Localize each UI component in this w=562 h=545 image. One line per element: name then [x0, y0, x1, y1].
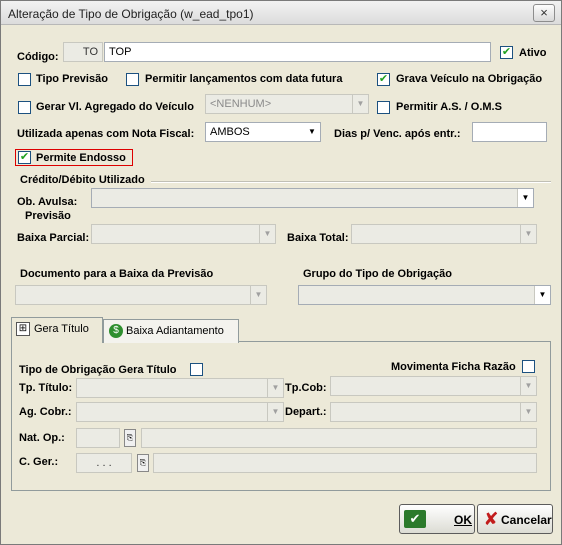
nota-fiscal-label: Utilizada apenas com Nota Fiscal:	[17, 128, 195, 140]
tab-baixa-adiantamento[interactable]: $ Baixa Adiantamento	[103, 319, 239, 343]
tipo-previsao-label: Tipo Previsão	[36, 73, 108, 85]
tab-baixa-adiantamento-label: Baixa Adiantamento	[126, 325, 224, 337]
dialog-window: Alteração de Tipo de Obrigação (w_ead_tp…	[0, 0, 562, 545]
documento-baixa-combo[interactable]: ▼	[15, 285, 267, 305]
cancel-button[interactable]: ✘ Cancelar	[477, 504, 553, 534]
nota-fiscal-value: AMBOS	[210, 126, 250, 138]
depart-label: Depart.:	[285, 406, 327, 418]
document-icon: ⊞	[16, 322, 30, 336]
gerar-vl-agregado-checkbox[interactable]	[18, 101, 31, 114]
lookup-icon[interactable]: ⎘	[137, 454, 149, 472]
tipo-gera-titulo-checkbox[interactable]	[190, 363, 203, 376]
grava-veiculo-label: Grava Veículo na Obrigação	[396, 73, 543, 85]
chevron-down-icon: ▼	[520, 377, 536, 395]
previsao-label: Previsão	[25, 210, 71, 222]
tab-gera-titulo-label: Gera Título	[34, 323, 89, 335]
baixa-total-label: Baixa Total:	[287, 232, 349, 244]
documento-baixa-label: Documento para a Baixa da Previsão	[20, 268, 214, 280]
chevron-down-icon: ▼	[250, 286, 266, 304]
c-ger-label: C. Ger.:	[19, 456, 59, 468]
baixa-parcial-label: Baixa Parcial:	[17, 232, 90, 244]
c-ger-description	[153, 453, 537, 473]
nat-op-label: Nat. Op.:	[19, 432, 65, 444]
ativo-checkbox[interactable]: ✔	[500, 46, 513, 59]
tp-titulo-combo[interactable]: ▼	[76, 378, 284, 398]
tp-titulo-label: Tp. Título:	[19, 382, 73, 394]
tipo-previsao-checkbox[interactable]	[18, 73, 31, 86]
chevron-down-icon: ▼	[304, 123, 320, 141]
title-bar: Alteração de Tipo de Obrigação (w_ead_tp…	[1, 1, 561, 25]
permitir-as-label: Permitir A.S. / O.M.S	[396, 101, 502, 113]
depart-combo[interactable]: ▼	[330, 402, 537, 422]
ok-button[interactable]: ✔ OK	[399, 504, 475, 534]
permite-endosso-label: Permite Endosso	[36, 152, 126, 164]
check-icon: ✔	[404, 510, 426, 528]
movimenta-ficha-checkbox[interactable]	[522, 360, 535, 373]
close-button[interactable]: ×	[533, 4, 555, 22]
nat-op-description	[141, 428, 537, 448]
c-ger-input[interactable]: . . .	[76, 453, 132, 473]
movimenta-ficha-label: Movimenta Ficha Razão	[391, 361, 516, 373]
baixa-total-combo[interactable]: ▼	[351, 224, 537, 244]
close-icon: ✘	[483, 509, 499, 529]
codigo-label: Código:	[17, 51, 59, 63]
ob-avulsa-label: Ob. Avulsa:	[17, 196, 78, 208]
tipo-gera-titulo-label: Tipo de Obrigação Gera Título	[19, 364, 177, 376]
chevron-down-icon: ▼	[259, 225, 275, 243]
dias-venc-input[interactable]	[472, 122, 547, 142]
grupo-tipo-combo[interactable]: ▼	[298, 285, 551, 305]
codigo-input[interactable]: TOP	[104, 42, 491, 62]
ag-cobr-label: Ag. Cobr.:	[19, 406, 72, 418]
chevron-down-icon: ▼	[267, 403, 283, 421]
chevron-down-icon: ▼	[520, 403, 536, 421]
chevron-down-icon: ▼	[520, 225, 536, 243]
credito-debito-title: Crédito/Débito Utilizado	[20, 174, 145, 186]
dias-venc-label: Dias p/ Venc. após entr.:	[334, 128, 461, 140]
grava-veiculo-checkbox[interactable]: ✔	[377, 73, 390, 86]
section-divider	[151, 181, 551, 183]
codigo-prefix: TO	[63, 42, 103, 62]
permitir-as-checkbox[interactable]	[377, 101, 390, 114]
cancel-label: Cancelar	[501, 513, 552, 527]
tp-cob-label: Tp.Cob:	[285, 382, 327, 394]
agregado-combo-value: <NENHUM>	[210, 98, 272, 110]
chevron-down-icon: ▼	[352, 95, 368, 113]
baixa-parcial-combo[interactable]: ▼	[91, 224, 276, 244]
chevron-down-icon: ▼	[267, 379, 283, 397]
ativo-label: Ativo	[519, 47, 547, 59]
ob-avulsa-combo[interactable]: ▼	[91, 188, 534, 208]
ag-cobr-combo[interactable]: ▼	[76, 402, 284, 422]
chevron-down-icon: ▼	[517, 189, 533, 207]
tab-gera-titulo[interactable]: ⊞ Gera Título	[11, 317, 103, 343]
gerar-vl-agregado-label: Gerar Vl. Agregado do Veículo	[36, 101, 194, 113]
window-title: Alteração de Tipo de Obrigação (w_ead_tp…	[8, 7, 254, 21]
grupo-tipo-label: Grupo do Tipo de Obrigação	[303, 268, 452, 280]
lookup-icon[interactable]: ⎘	[124, 429, 136, 447]
permitir-lancamentos-checkbox[interactable]	[126, 73, 139, 86]
agregado-combo[interactable]: <NENHUM> ▼	[205, 94, 369, 114]
nota-fiscal-combo[interactable]: AMBOS ▼	[205, 122, 321, 142]
permitir-lancamentos-label: Permitir lançamentos com data futura	[145, 73, 343, 85]
nat-op-input[interactable]	[76, 428, 120, 448]
money-icon: $	[109, 324, 123, 338]
tp-cob-combo[interactable]: ▼	[330, 376, 537, 396]
permite-endosso-checkbox[interactable]: ✔	[18, 151, 31, 164]
chevron-down-icon: ▼	[534, 286, 550, 304]
ok-label: OK	[454, 513, 472, 527]
